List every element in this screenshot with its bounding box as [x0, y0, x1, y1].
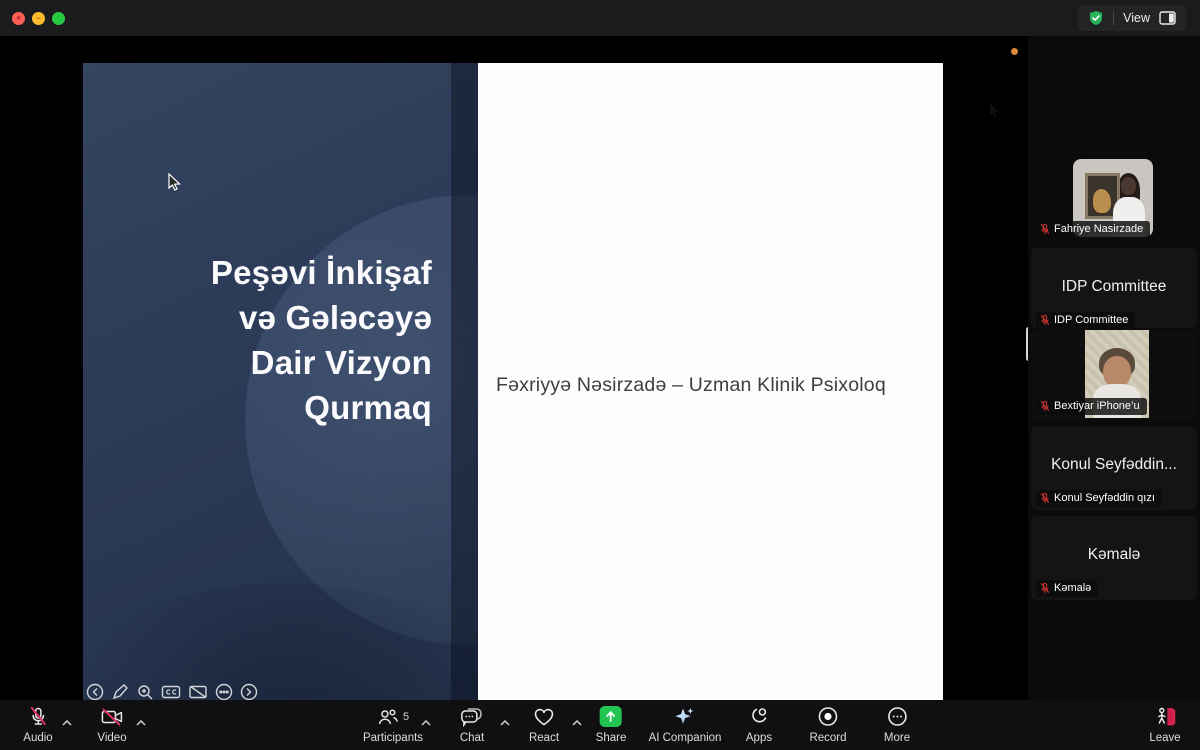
muted-mic-icon — [1040, 492, 1050, 504]
participant-display-name: Kəmalə — [1031, 546, 1197, 564]
record-icon — [817, 706, 838, 727]
slide-title-line: Dair Vizyon — [103, 340, 432, 385]
apps-button[interactable]: Apps — [746, 706, 772, 744]
leave-button[interactable]: Leave — [1149, 706, 1180, 744]
slide-title-line: və Gələcəyə — [103, 295, 432, 340]
muted-mic-icon — [28, 706, 48, 727]
titlebar: × − View — [0, 0, 1200, 36]
share-label: Share — [596, 732, 627, 744]
prev-slide-icon[interactable] — [86, 683, 104, 700]
muted-mic-icon — [1040, 582, 1050, 594]
record-button[interactable]: Record — [809, 706, 846, 744]
titlebar-divider — [1113, 11, 1114, 25]
more-button[interactable]: More — [884, 706, 910, 744]
participant-display-name: IDP Committee — [1031, 278, 1197, 296]
participant-tile[interactable]: IDP Committee IDP Committee — [1031, 248, 1197, 328]
chat-icon — [460, 706, 484, 727]
record-label: Record — [809, 732, 846, 744]
fullscreen-button[interactable] — [52, 12, 65, 25]
participant-name-badge: Fahriye Nasirzade — [1036, 221, 1150, 238]
video-label: Video — [97, 732, 126, 744]
participant-tile[interactable]: Bextiyar iPhone’u — [1031, 330, 1197, 420]
audio-label: Audio — [23, 732, 52, 744]
muted-mic-icon — [1040, 223, 1050, 235]
participant-name-badge: Bextiyar iPhone’u — [1036, 398, 1147, 415]
slide-decor-strip — [451, 63, 478, 700]
participant-name-badge: Kəmalə — [1036, 580, 1098, 597]
minimize-button[interactable]: − — [32, 12, 45, 25]
zoom-meeting-window: × − View Peşəvi İnkişaf və Gələcəyə — [0, 0, 1200, 750]
react-options-chevron[interactable] — [572, 713, 582, 731]
slide-title: Peşəvi İnkişaf və Gələcəyə Dair Vizyon Q… — [103, 250, 432, 430]
apps-label: Apps — [746, 732, 772, 744]
slide-title-panel: Peşəvi İnkişaf və Gələcəyə Dair Vizyon Q… — [83, 63, 478, 700]
more-options-icon[interactable] — [215, 683, 233, 700]
closed-captions-icon[interactable] — [161, 683, 181, 700]
slide-title-line: Qurmaq — [103, 385, 432, 430]
presenter-cursor — [988, 103, 1001, 124]
ai-companion-button[interactable]: AI Companion — [649, 706, 722, 744]
slide-presenter-controls — [86, 683, 258, 700]
participants-sidebar: Fahriye Nasirzade IDP Committee IDP Comm… — [1028, 36, 1200, 700]
participant-name: Bextiyar iPhone’u — [1054, 400, 1140, 412]
share-button[interactable]: Share — [596, 706, 627, 744]
apps-icon — [748, 706, 770, 727]
participant-name: Fahriye Nasirzade — [1054, 223, 1143, 235]
react-label: React — [529, 732, 559, 744]
notification-dot — [1011, 48, 1018, 55]
slide-body-panel: Fəxriyyə Nəsirzadə – Uzman Klinik Psixol… — [478, 63, 943, 700]
participants-button[interactable]: 5 Participants — [363, 706, 423, 744]
ai-sparkle-icon — [673, 706, 697, 727]
muted-mic-icon — [1040, 314, 1050, 326]
participant-tile[interactable]: Fahriye Nasirzade — [1031, 154, 1197, 244]
participant-display-name: Konul Seyfəddin... — [1031, 456, 1197, 474]
ai-companion-label: AI Companion — [649, 732, 722, 744]
video-button[interactable]: Video — [97, 706, 126, 744]
participant-tile[interactable]: Konul Seyfəddin... Konul Seyfəddin qızı — [1031, 426, 1197, 510]
participants-count: 5 — [403, 711, 409, 723]
participants-options-chevron[interactable] — [421, 713, 431, 731]
titlebar-right-controls: View — [1078, 5, 1186, 31]
participant-name: IDP Committee — [1054, 314, 1128, 326]
participants-icon — [377, 707, 399, 727]
zoom-magnifier-icon[interactable] — [136, 683, 154, 700]
presentation-slide: Peşəvi İnkişaf və Gələcəyə Dair Vizyon Q… — [83, 63, 943, 700]
participants-label: Participants — [363, 732, 423, 744]
leave-icon — [1153, 706, 1177, 727]
participant-name-badge: IDP Committee — [1036, 312, 1135, 329]
heart-icon — [533, 706, 555, 727]
meeting-toolbar: Audio Video 5 Participants Chat — [0, 700, 1200, 750]
chat-button[interactable]: Chat — [460, 706, 484, 744]
more-icon — [886, 706, 907, 727]
chat-options-chevron[interactable] — [500, 713, 510, 731]
share-screen-icon — [600, 706, 622, 727]
muted-mic-icon — [1040, 400, 1050, 412]
next-slide-icon[interactable] — [240, 683, 258, 700]
close-button[interactable]: × — [12, 12, 25, 25]
view-button-label[interactable]: View — [1123, 11, 1150, 25]
screen-off-icon[interactable] — [188, 683, 208, 700]
participant-name: Kəmalə — [1054, 582, 1091, 594]
slide-presenter-name: Fəxriyyə Nəsirzadə – Uzman Klinik Psixol… — [496, 374, 886, 397]
audio-button[interactable]: Audio — [23, 706, 52, 744]
remote-cursor — [167, 173, 183, 198]
participant-tile[interactable]: Kəmalə Kəmalə — [1031, 516, 1197, 600]
view-layout-icon[interactable] — [1159, 11, 1176, 25]
participant-name-badge: Konul Seyfəddin qızı — [1036, 490, 1162, 507]
security-shield-icon[interactable] — [1088, 10, 1104, 26]
audio-options-chevron[interactable] — [62, 713, 72, 731]
camera-off-icon — [100, 706, 124, 727]
slide-title-line: Peşəvi İnkişaf — [103, 250, 432, 295]
participant-name: Konul Seyfəddin qızı — [1054, 492, 1155, 504]
leave-label: Leave — [1149, 732, 1180, 744]
shared-screen-stage: Peşəvi İnkişaf və Gələcəyə Dair Vizyon Q… — [0, 36, 1028, 700]
pen-icon[interactable] — [111, 683, 129, 700]
react-button[interactable]: React — [529, 706, 559, 744]
more-label: More — [884, 732, 910, 744]
video-options-chevron[interactable] — [136, 713, 146, 731]
chat-label: Chat — [460, 732, 484, 744]
